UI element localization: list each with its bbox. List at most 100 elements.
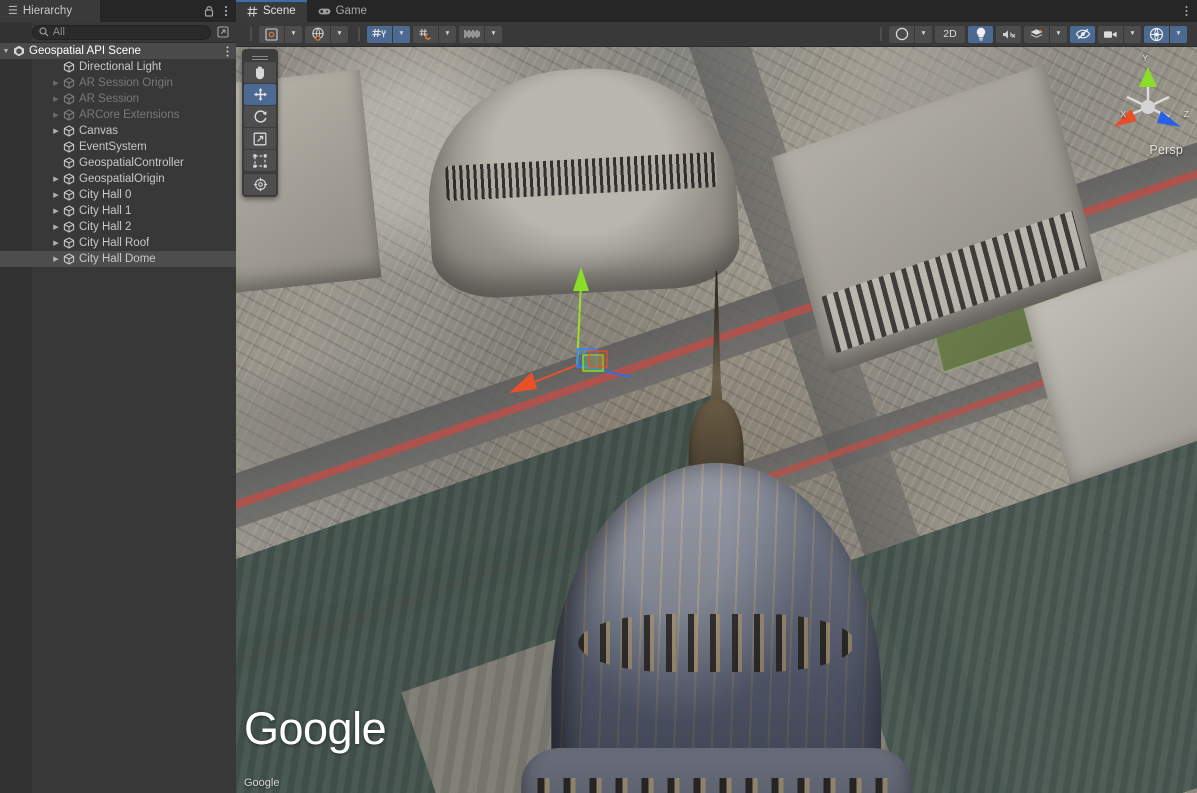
handle-space-toggle[interactable] bbox=[305, 26, 330, 43]
kebab-menu-icon[interactable] bbox=[224, 5, 228, 17]
snap-increment-toggle[interactable] bbox=[413, 26, 438, 43]
hierarchy-tree[interactable]: ▼ Geospatial API Scene ▶Directional Ligh… bbox=[0, 43, 236, 793]
hierarchy-item[interactable]: ▶City Hall Dome bbox=[0, 251, 236, 267]
shading-mode-dropdown[interactable]: ▼ bbox=[915, 26, 932, 43]
scene-camera-button[interactable] bbox=[1098, 26, 1123, 43]
gameobject-icon bbox=[62, 253, 76, 265]
city-hall-dome-model[interactable] bbox=[467, 271, 967, 793]
hierarchy-item[interactable]: ▶ City Hall 2 bbox=[0, 219, 236, 235]
chevron-right-icon[interactable]: ▶ bbox=[50, 128, 62, 135]
tools-drag-handle[interactable] bbox=[244, 51, 276, 61]
scene-menu-icon[interactable] bbox=[1176, 0, 1197, 22]
snap-increment-group: ▼ bbox=[413, 26, 459, 43]
hidden-objects-toggle[interactable] bbox=[1070, 26, 1095, 43]
view-2d-toggle[interactable]: 2D bbox=[935, 26, 965, 43]
tab-scene[interactable]: Scene bbox=[236, 0, 307, 22]
lightbulb-icon bbox=[975, 27, 987, 41]
hierarchy-item-label: City Hall Roof bbox=[79, 237, 149, 249]
hierarchy-item[interactable]: ▶AR Session bbox=[0, 91, 236, 107]
hand-icon bbox=[253, 65, 267, 80]
grid-snapping-toggle[interactable] bbox=[367, 26, 392, 43]
gameobject-icon bbox=[62, 205, 76, 217]
scene-camera-dropdown[interactable]: ▼ bbox=[1124, 26, 1141, 43]
gameobject-icon bbox=[62, 141, 76, 153]
hierarchy-scene-root[interactable]: ▼ Geospatial API Scene bbox=[0, 43, 236, 59]
lock-icon[interactable] bbox=[204, 5, 215, 17]
shading-mode-group: ▼ bbox=[889, 26, 935, 43]
scale-icon bbox=[253, 132, 267, 146]
eye-off-icon bbox=[1075, 28, 1091, 40]
open-in-new-icon[interactable] bbox=[215, 25, 231, 40]
fx-toggle[interactable] bbox=[1024, 26, 1049, 43]
chevron-right-icon[interactable]: ▶ bbox=[50, 240, 62, 247]
chevron-right-icon[interactable]: ▶ bbox=[50, 256, 62, 263]
gameobject-icon bbox=[62, 109, 76, 121]
tab-game[interactable]: Game bbox=[307, 0, 378, 22]
chevron-right-icon[interactable]: ▶ bbox=[50, 224, 62, 231]
hierarchy-item-label: GeospatialOrigin bbox=[79, 173, 165, 185]
grid-size-toggle[interactable] bbox=[459, 26, 484, 43]
hierarchy-item[interactable]: ▶Directional Light bbox=[0, 59, 236, 75]
scene-lighting-toggle[interactable] bbox=[968, 26, 993, 43]
grid-size-group: ▼ bbox=[459, 26, 505, 43]
chevron-down-icon: ▼ bbox=[490, 31, 496, 38]
toolbar-divider-2 bbox=[358, 27, 360, 41]
chevron-right-icon[interactable]: ▶ bbox=[50, 192, 62, 199]
scene-viewport[interactable]: Y X Z Persp Google Google bbox=[236, 47, 1197, 793]
toolbar-divider-3 bbox=[880, 27, 882, 41]
chevron-down-icon: ▼ bbox=[1129, 31, 1135, 38]
pivot-dropdown[interactable]: ▼ bbox=[285, 26, 302, 43]
rotate-icon bbox=[253, 109, 268, 124]
tab-hierarchy[interactable]: ☰ Hierarchy bbox=[0, 0, 100, 22]
gizmo-axis-z-label: Z bbox=[1184, 109, 1189, 119]
hierarchy-icon: ☰ bbox=[8, 6, 18, 17]
projection-mode-label[interactable]: Persp bbox=[1149, 143, 1183, 157]
scene-view-panel: Scene Game ▼ ▼ bbox=[236, 0, 1197, 793]
hierarchy-item-label: Directional Light bbox=[79, 61, 161, 73]
chevron-down-icon[interactable]: ▼ bbox=[0, 48, 12, 55]
handle-space-dropdown[interactable]: ▼ bbox=[331, 26, 348, 43]
chevron-right-icon[interactable]: ▶ bbox=[50, 176, 62, 183]
hierarchy-item[interactable]: ▶ EventSystem bbox=[0, 139, 236, 155]
gizmos-dropdown[interactable]: ▼ bbox=[1170, 26, 1187, 43]
scale-tool[interactable] bbox=[244, 128, 276, 149]
hierarchy-item[interactable]: ▶City Hall 0 bbox=[0, 187, 236, 203]
snap-increment-dropdown[interactable]: ▼ bbox=[439, 26, 456, 43]
gizmos-toggle[interactable] bbox=[1144, 26, 1169, 43]
scene-audio-toggle[interactable] bbox=[996, 26, 1021, 43]
rect-tool[interactable] bbox=[244, 150, 276, 171]
fx-dropdown[interactable]: ▼ bbox=[1050, 26, 1067, 43]
transform-tool[interactable] bbox=[244, 174, 276, 195]
hierarchy-item-label: City Hall 2 bbox=[79, 221, 131, 233]
scene-root-menu-icon[interactable] bbox=[226, 43, 229, 59]
hierarchy-item[interactable]: ▶ City Hall Roof bbox=[0, 235, 236, 251]
scene-camera-group: ▼ bbox=[1098, 26, 1144, 43]
shading-mode-button[interactable] bbox=[889, 26, 914, 43]
hand-tool[interactable] bbox=[244, 62, 276, 83]
hierarchy-item[interactable]: ▶AR Session Origin bbox=[0, 75, 236, 91]
tree-indent-spacer: ▶ bbox=[50, 96, 62, 103]
gizmos-group: ▼ bbox=[1144, 26, 1190, 43]
rect-transform-icon bbox=[253, 154, 267, 168]
move-tool[interactable] bbox=[244, 84, 276, 105]
hierarchy-search[interactable] bbox=[32, 25, 211, 40]
unity-editor-window: ☰ Hierarchy + ▼ bbox=[0, 0, 1197, 793]
pivot-toggle[interactable] bbox=[259, 26, 284, 43]
hierarchy-item[interactable]: ▶ARCore Extensions bbox=[0, 107, 236, 123]
handle-space-group: ▼ bbox=[305, 26, 351, 43]
search-input[interactable] bbox=[53, 26, 206, 38]
grid-snapping-dropdown[interactable]: ▼ bbox=[393, 26, 410, 43]
chevron-right-icon[interactable]: ▶ bbox=[50, 80, 62, 87]
gameobject-icon bbox=[62, 221, 76, 233]
grid-size-dropdown[interactable]: ▼ bbox=[485, 26, 502, 43]
tree-indent-spacer: ▶ bbox=[50, 144, 62, 151]
hierarchy-item[interactable]: ▶Canvas bbox=[0, 123, 236, 139]
hierarchy-item[interactable]: ▶GeospatialController bbox=[0, 155, 236, 171]
hierarchy-item[interactable]: ▶ City Hall 1 bbox=[0, 203, 236, 219]
chevron-right-icon[interactable]: ▶ bbox=[50, 208, 62, 215]
dome-windows bbox=[578, 614, 855, 672]
hierarchy-item[interactable]: ▶ GeospatialOrigin bbox=[0, 171, 236, 187]
hierarchy-item-label: EventSystem bbox=[79, 141, 147, 153]
rotate-tool[interactable] bbox=[244, 106, 276, 127]
hierarchy-item-label: City Hall 1 bbox=[79, 205, 131, 217]
